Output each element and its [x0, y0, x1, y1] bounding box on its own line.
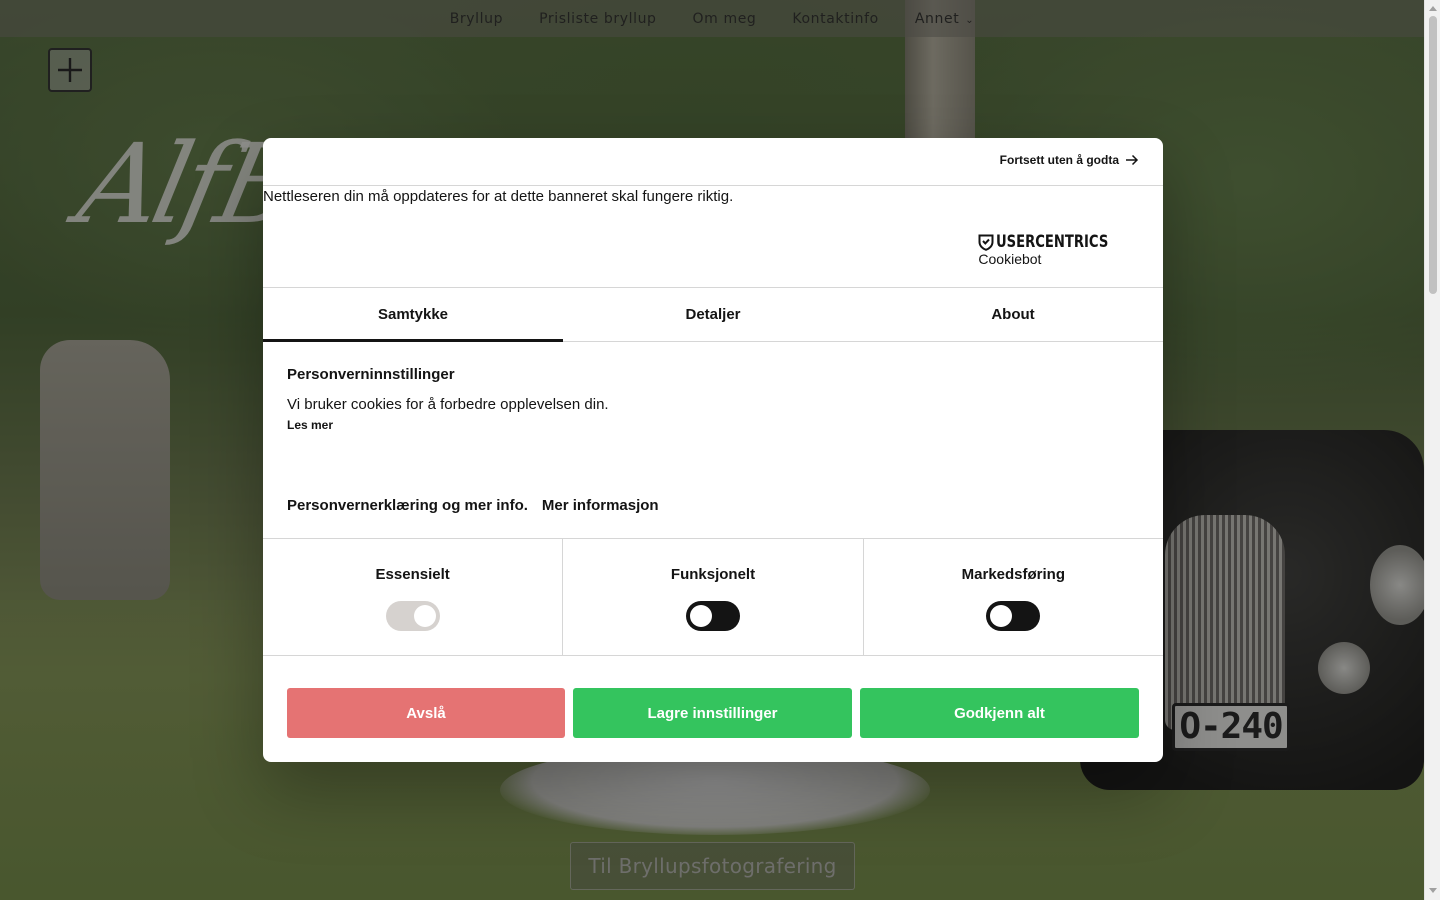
section-title: Personverninnstillinger — [287, 366, 455, 383]
brand-name: USERCENTRICS — [996, 232, 1109, 252]
privacy-section: Personverninnstillinger Vi bruker cookie… — [287, 366, 1139, 432]
usercentrics-brand[interactable]: USERCENTRICS Cookiebot — [978, 232, 1127, 267]
category-label: Markedsføring — [961, 566, 1065, 583]
dialog-header: Fortsett uten å godta — [263, 138, 1163, 186]
category-essential: Essensielt — [263, 539, 564, 655]
tab-about[interactable]: About — [863, 288, 1163, 341]
toggle-knob — [689, 605, 712, 627]
shield-icon — [978, 234, 994, 251]
dialog-actions: Avslå Lagre innstillinger Godkjenn alt — [287, 688, 1139, 738]
cookie-consent-dialog: Fortsett uten å godta Nettleseren din må… — [263, 138, 1163, 762]
continue-without-accepting-link[interactable]: Fortsett uten å godta — [1000, 153, 1139, 167]
continue-label: Fortsett uten å godta — [999, 153, 1119, 167]
marketing-toggle[interactable] — [986, 601, 1041, 631]
arrow-right-icon — [1126, 154, 1139, 166]
brand-sub: Cookiebot — [978, 251, 1042, 267]
consent-tabs: Samtykke Detaljer About — [263, 287, 1163, 342]
tab-detaljer[interactable]: Detaljer — [563, 288, 863, 341]
category-label: Funksjonelt — [670, 566, 756, 583]
category-functional: Funksjonelt — [563, 539, 864, 655]
more-info-link[interactable]: Mer informasjon — [542, 497, 659, 514]
functional-toggle[interactable] — [685, 601, 740, 631]
save-settings-button[interactable]: Lagre innstillinger — [573, 688, 852, 738]
accept-all-button[interactable]: Godkjenn alt — [860, 688, 1139, 738]
toggle-knob — [990, 605, 1013, 627]
toggle-knob — [413, 605, 436, 627]
privacy-policy-link[interactable]: Personvernerklæring og mer info. — [287, 497, 528, 514]
scroll-up-arrow-icon[interactable] — [1429, 6, 1437, 11]
category-label: Essensielt — [375, 566, 450, 583]
cookie-category-toggles: Essensielt Funksjonelt Markedsføring — [263, 538, 1163, 656]
policy-links: Personvernerklæring og mer info. Mer inf… — [287, 497, 659, 514]
page-scrollbar[interactable] — [1424, 0, 1440, 900]
browser-update-notice: Nettleseren din må oppdateres for at det… — [263, 188, 734, 205]
category-marketing: Markedsføring — [864, 539, 1163, 655]
section-text: Vi bruker cookies for å forbedre oppleve… — [287, 396, 609, 413]
deny-button[interactable]: Avslå — [287, 688, 565, 738]
read-more-link[interactable]: Les mer — [287, 418, 1139, 432]
tab-samtykke[interactable]: Samtykke — [263, 288, 563, 342]
scroll-thumb[interactable] — [1429, 16, 1437, 294]
scroll-down-arrow-icon[interactable] — [1429, 888, 1437, 893]
essential-toggle — [385, 601, 440, 631]
